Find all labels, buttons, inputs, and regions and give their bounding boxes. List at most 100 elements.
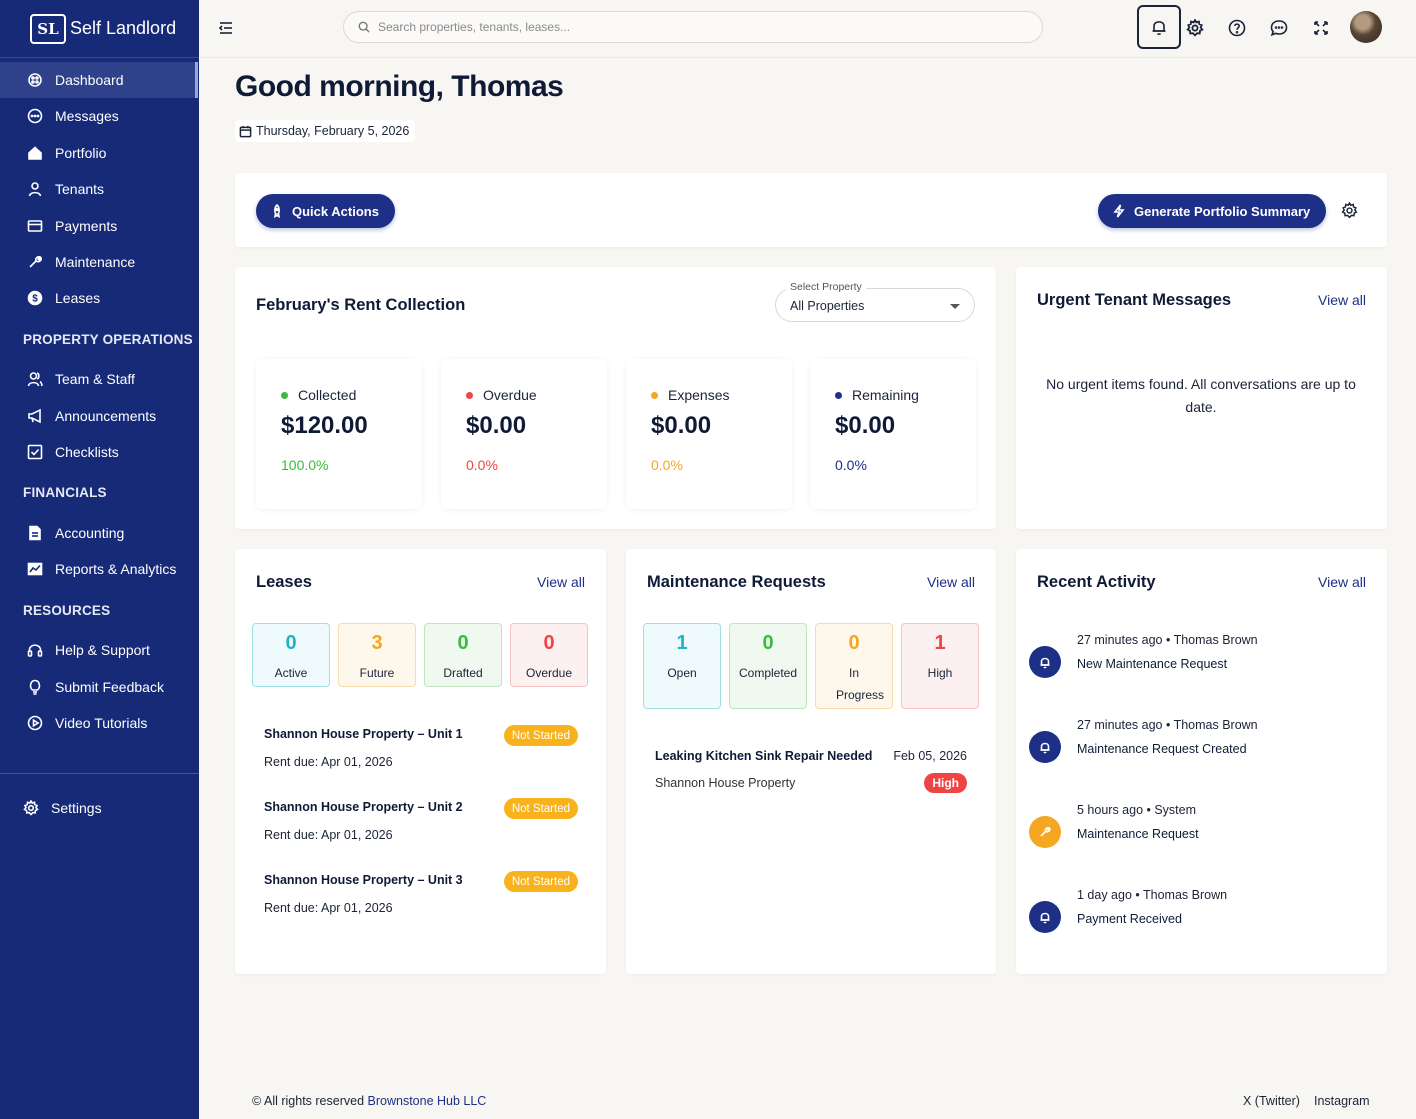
lease-counter-overdue[interactable]: 0 Overdue <box>510 623 588 687</box>
sidebar-divider <box>0 773 199 774</box>
dashboard-icon <box>27 72 43 88</box>
instagram-link[interactable]: Instagram <box>1314 1094 1370 1108</box>
chat-icon <box>1270 20 1288 37</box>
rent-collection-title: February's Rent Collection <box>256 296 466 314</box>
menu-toggle-icon[interactable] <box>217 19 235 37</box>
topbar <box>199 0 1416 58</box>
sidebar-item-tenants[interactable]: Tenants <box>0 171 199 207</box>
generate-portfolio-summary-button[interactable]: Generate Portfolio Summary <box>1098 194 1327 228</box>
maintenance-counter-high[interactable]: 1 High <box>901 623 979 709</box>
lease-counter-drafted[interactable]: 0 Drafted <box>424 623 502 687</box>
actions-card: Quick Actions Generate Portfolio Summary <box>235 173 1387 247</box>
footer: © All rights reserved Brownstone Hub LLC <box>252 1094 486 1108</box>
current-date: Thursday, February 5, 2026 <box>256 124 410 138</box>
help-button[interactable] <box>1226 17 1248 39</box>
empty-state: No urgent items found. All conversations… <box>1046 376 1356 415</box>
sidebar-item-label: Video Tutorials <box>55 715 148 731</box>
lightning-icon <box>1113 204 1125 218</box>
sidebar-item-team-staff[interactable]: Team & Staff <box>0 361 199 397</box>
lease-counter-active[interactable]: 0 Active <box>252 623 330 687</box>
stat-percent: 0.0% <box>651 457 683 473</box>
stat-value: $120.00 <box>281 412 368 439</box>
sidebar-item-maintenance[interactable]: Maintenance <box>0 244 199 280</box>
svg-text:$: $ <box>32 294 38 305</box>
summary-settings-button[interactable] <box>1341 201 1359 220</box>
sidebar-item-video-tutorials[interactable]: Video Tutorials <box>0 705 199 741</box>
maintenance-counter-open[interactable]: 1 Open <box>643 623 721 709</box>
sidebar-item-reports-analytics[interactable]: Reports & Analytics <box>0 551 199 587</box>
sidebar-item-checklists[interactable]: Checklists <box>0 434 199 470</box>
activity-item[interactable]: 5 hours ago • System Maintenance Request <box>1029 803 1369 866</box>
maintenance-counter-completed[interactable]: 0 Completed <box>729 623 807 709</box>
maintenance-title: Maintenance Requests <box>647 573 826 591</box>
gear-icon <box>1341 201 1358 219</box>
bell-icon <box>1029 646 1061 678</box>
lease-item[interactable]: Shannon House Property – Unit 3 Rent due… <box>264 871 578 933</box>
expand-icon <box>1314 21 1328 35</box>
urgent-view-all-link[interactable]: View all <box>1318 292 1366 308</box>
request-date: Feb 05, 2026 <box>893 749 967 763</box>
activity-item[interactable]: 27 minutes ago • Thomas Brown New Mainte… <box>1029 633 1369 696</box>
status-dot <box>651 391 658 399</box>
urgent-messages-card: Urgent Tenant Messages View all No urgen… <box>1016 267 1387 529</box>
search-bar[interactable] <box>343 11 1043 43</box>
brand[interactable]: SL Self Landlord <box>0 0 199 58</box>
date-chip: Thursday, February 5, 2026 <box>235 120 416 142</box>
chat-button[interactable] <box>1268 17 1290 39</box>
stat-percent: 100.0% <box>281 457 329 473</box>
sidebar-item-accounting[interactable]: Accounting <box>0 515 199 551</box>
company-link[interactable]: Brownstone Hub LLC <box>368 1094 487 1108</box>
sidebar-item-payments[interactable]: Payments <box>0 208 199 244</box>
quick-actions-button[interactable]: Quick Actions <box>256 194 395 228</box>
sidebar-item-label: Submit Feedback <box>55 679 164 695</box>
leases-view-all-link[interactable]: View all <box>537 574 585 590</box>
settings-button[interactable] <box>1184 17 1206 39</box>
copyright: © All rights reserved <box>252 1094 365 1108</box>
activity-title: Payment Received <box>1077 912 1182 926</box>
play-icon <box>27 715 43 731</box>
sidebar-item-submit-feedback[interactable]: Submit Feedback <box>0 669 199 705</box>
leases-card: Leases View all 0 Active 3 Future 0 Draf… <box>235 549 606 974</box>
sidebar-item-help-support[interactable]: Help & Support <box>0 632 199 668</box>
maintenance-view-all-link[interactable]: View all <box>927 574 975 590</box>
search-input[interactable] <box>378 20 1018 34</box>
sidebar-item-messages[interactable]: Messages <box>0 98 199 134</box>
status-dot <box>835 391 842 399</box>
sidebar-item-leases[interactable]: $ Leases <box>0 280 199 316</box>
avatar[interactable] <box>1350 11 1382 43</box>
chart-icon <box>27 561 43 577</box>
lease-counter-future[interactable]: 3 Future <box>338 623 416 687</box>
home-icon <box>27 145 43 161</box>
property-select-value: All Properties <box>790 299 865 313</box>
recent-activity-title: Recent Activity <box>1037 573 1156 591</box>
sidebar-item-announcements[interactable]: Announcements <box>0 398 199 434</box>
sidebar-item-dashboard[interactable]: Dashboard <box>0 62 198 98</box>
stat-expenses: Expenses $0.00 0.0% <box>626 359 792 509</box>
sidebar-item-label: Accounting <box>55 525 125 541</box>
document-icon <box>27 525 43 541</box>
sidebar-item-label: Leases <box>55 290 101 306</box>
activity-meta: 1 day ago • Thomas Brown <box>1077 888 1228 902</box>
sidebar-item-label: Portfolio <box>55 145 107 161</box>
sidebar-item-label: Team & Staff <box>55 371 135 387</box>
sidebar-item-portfolio[interactable]: Portfolio <box>0 135 199 171</box>
twitter-link[interactable]: X (Twitter) <box>1243 1094 1300 1108</box>
maintenance-request-item[interactable]: Leaking Kitchen Sink Repair Needed Feb 0… <box>655 749 967 799</box>
sidebar-item-settings[interactable]: Settings <box>0 790 199 826</box>
maintenance-counter-in-progress[interactable]: 0 In Progress <box>815 623 893 709</box>
section-resources: RESOURCES <box>23 603 111 618</box>
activity-item[interactable]: 1 day ago • Thomas Brown Payment Receive… <box>1029 888 1369 951</box>
page-title: Good morning, Thomas <box>235 70 564 103</box>
lease-item[interactable]: Shannon House Property – Unit 2 Rent due… <box>264 798 578 860</box>
property-select[interactable]: Select Property All Properties <box>775 281 975 322</box>
activity-item[interactable]: 27 minutes ago • Thomas Brown Maintenanc… <box>1029 718 1369 781</box>
leases-title: Leases <box>256 573 312 591</box>
lease-item[interactable]: Shannon House Property – Unit 1 Rent due… <box>264 725 578 787</box>
bell-icon <box>1029 731 1061 763</box>
notifications-button[interactable] <box>1137 5 1181 49</box>
sidebar-item-label: Settings <box>51 800 102 816</box>
rent-collection-card: February's Rent Collection Select Proper… <box>235 267 996 529</box>
activity-view-all-link[interactable]: View all <box>1318 574 1366 590</box>
fullscreen-button[interactable] <box>1310 17 1332 39</box>
rocket-icon <box>273 204 281 218</box>
